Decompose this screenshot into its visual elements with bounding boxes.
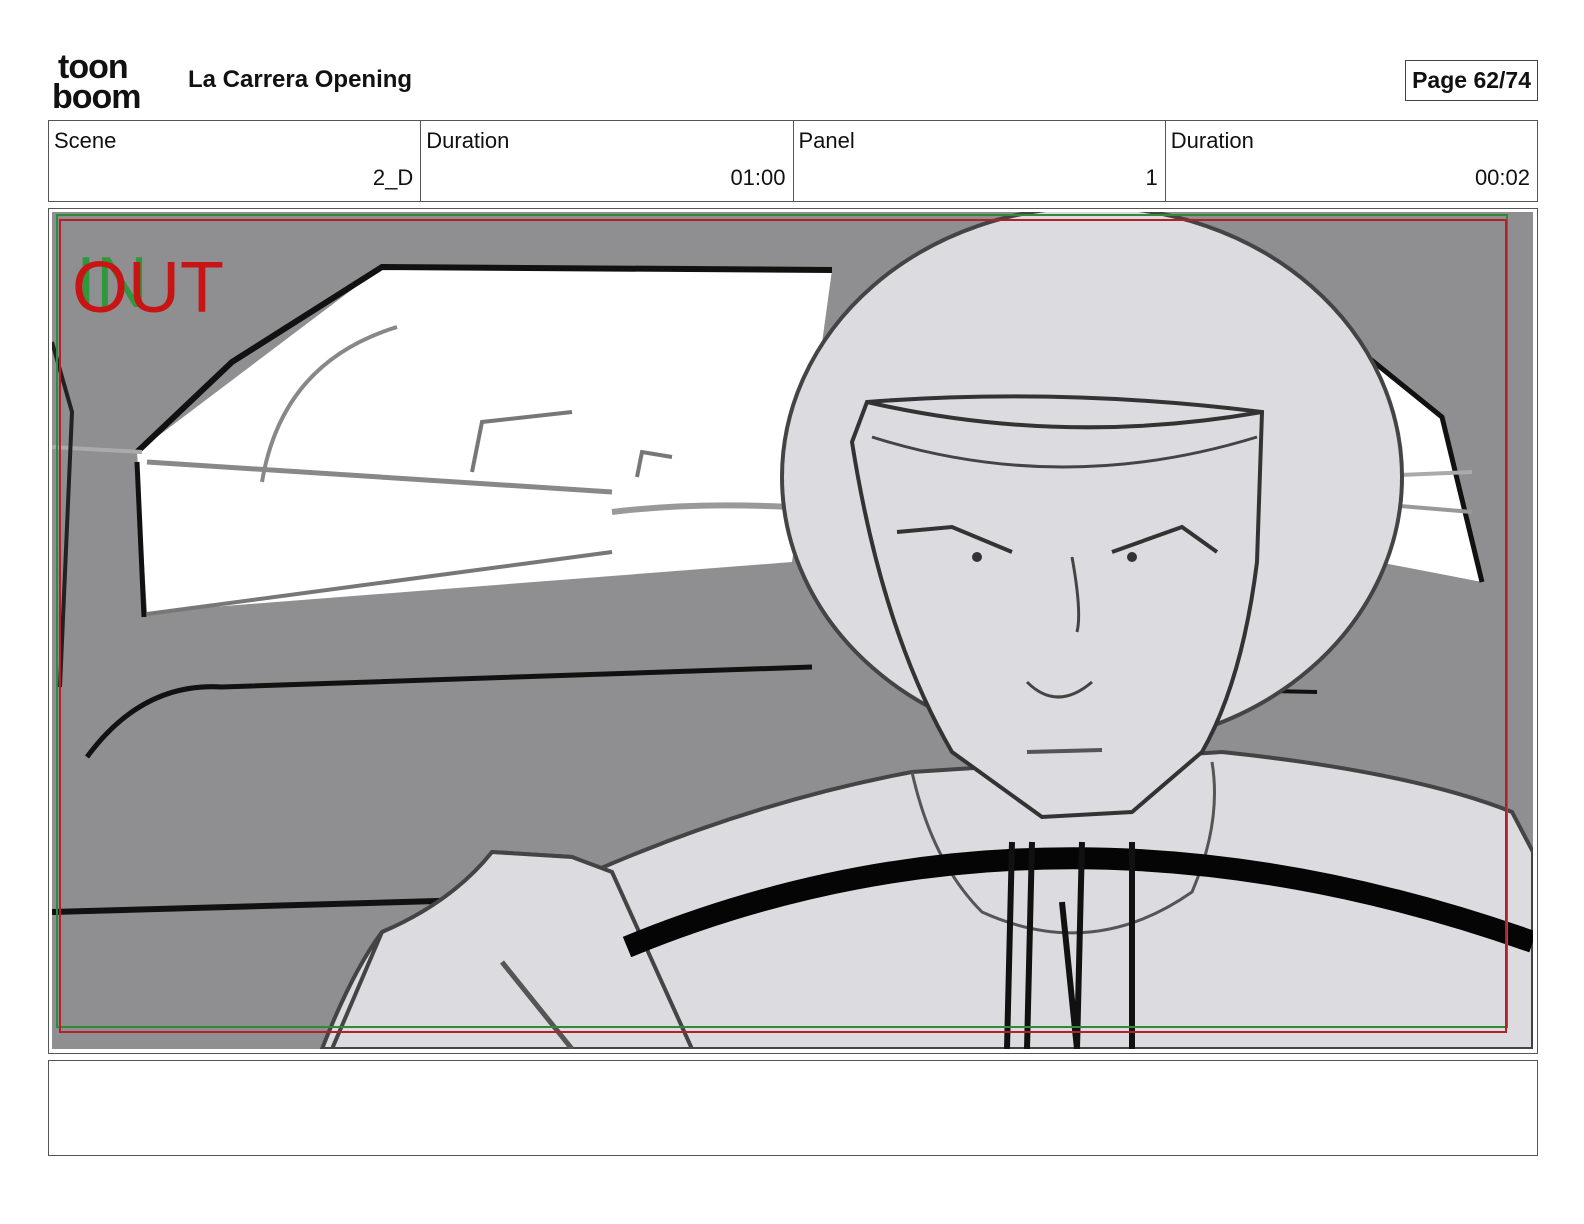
- scene-info-row: Scene 2_D Duration 01:00 Panel 1 Duratio…: [48, 120, 1538, 202]
- scene-duration-value: 01:00: [730, 165, 786, 190]
- scene-duration-label: Duration: [426, 128, 510, 153]
- logo-word-bottom: boom: [52, 78, 142, 116]
- project-title: La Carrera Opening: [188, 66, 413, 93]
- driver-eye-left: [972, 552, 982, 562]
- panel-notes: [48, 1060, 1538, 1156]
- scene-cell: Scene 2_D: [49, 121, 422, 201]
- panel-drawing: IN OUT: [52, 212, 1533, 1049]
- driver-eye-right: [1127, 552, 1137, 562]
- panel-duration-cell: Duration 00:02: [1166, 121, 1537, 201]
- scene-duration-cell: Duration 01:00: [421, 121, 794, 201]
- panel-value: 1: [1145, 165, 1158, 190]
- page-number: Page 62/74: [1405, 60, 1538, 101]
- page-header: toon boom La Carrera Opening Page 62/74: [48, 48, 1538, 114]
- scene-label: Scene: [54, 128, 117, 153]
- driver-mouth: [1026, 748, 1103, 754]
- panel-cell: Panel 1: [794, 121, 1166, 201]
- toon-boom-logo: toon boom: [52, 50, 164, 116]
- panel-duration-label: Duration: [1170, 128, 1254, 153]
- panel-label: Panel: [798, 128, 855, 153]
- out-label: OUT: [72, 248, 224, 328]
- storyboard-panel: IN OUT: [48, 208, 1538, 1054]
- scene-value: 2_D: [372, 165, 414, 190]
- panel-duration-value: 00:02: [1474, 165, 1530, 190]
